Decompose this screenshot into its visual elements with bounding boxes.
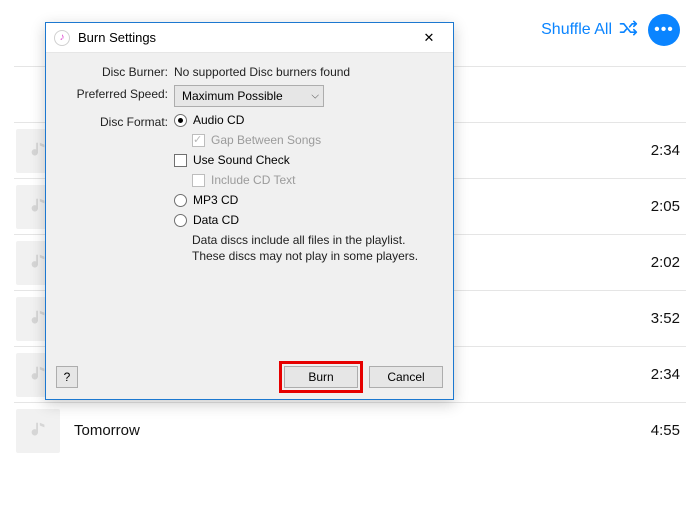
ellipsis-icon: ••• bbox=[654, 21, 674, 39]
track-duration: 2:34 bbox=[626, 366, 686, 383]
disc-burner-label: Disc Burner: bbox=[60, 63, 174, 79]
shuffle-all-button[interactable]: Shuffle All bbox=[541, 18, 638, 43]
checkbox-gap-songs: Gap Between Songs bbox=[192, 133, 439, 147]
track-duration: 2:02 bbox=[626, 254, 686, 271]
cd-text-label: Include CD Text bbox=[211, 173, 296, 187]
chevron-down-icon: ⌵ bbox=[311, 91, 319, 102]
track-row[interactable]: Tomorrow 4:55 bbox=[14, 402, 686, 458]
track-duration: 2:05 bbox=[626, 198, 686, 215]
checkbox-icon bbox=[174, 154, 187, 167]
checkbox-icon bbox=[192, 134, 205, 147]
track-duration: 4:55 bbox=[626, 422, 686, 439]
checkbox-cd-text: Include CD Text bbox=[192, 173, 439, 187]
radio-audio-cd[interactable]: Audio CD bbox=[174, 113, 439, 127]
sound-check-label: Use Sound Check bbox=[193, 153, 290, 167]
checkbox-sound-check[interactable]: Use Sound Check bbox=[174, 153, 439, 167]
preferred-speed-select[interactable]: Maximum Possible ⌵ bbox=[174, 85, 324, 107]
disc-burner-value: No supported Disc burners found bbox=[174, 63, 439, 79]
mp3-cd-label: MP3 CD bbox=[193, 193, 238, 207]
preferred-speed-value: Maximum Possible bbox=[182, 89, 283, 103]
shuffle-icon bbox=[618, 18, 638, 43]
close-button[interactable]: ✕ bbox=[411, 26, 447, 50]
burn-button[interactable]: Burn bbox=[284, 366, 358, 388]
more-menu-button[interactable]: ••• bbox=[648, 14, 680, 46]
radio-icon bbox=[174, 114, 187, 127]
radio-icon bbox=[174, 214, 187, 227]
preferred-speed-label: Preferred Speed: bbox=[60, 85, 174, 101]
dialog-title: Burn Settings bbox=[78, 30, 411, 45]
track-artwork bbox=[16, 409, 60, 453]
track-duration: 2:34 bbox=[626, 142, 686, 159]
radio-mp3-cd[interactable]: MP3 CD bbox=[174, 193, 439, 207]
radio-data-cd[interactable]: Data CD bbox=[174, 213, 439, 227]
dialog-titlebar: ♪ Burn Settings ✕ bbox=[46, 23, 453, 53]
audio-cd-label: Audio CD bbox=[193, 113, 244, 127]
burn-settings-dialog: ♪ Burn Settings ✕ Disc Burner: No suppor… bbox=[45, 22, 454, 400]
close-icon: ✕ bbox=[424, 30, 435, 46]
track-title: Tomorrow bbox=[74, 422, 626, 439]
radio-icon bbox=[174, 194, 187, 207]
burn-highlight: Burn bbox=[279, 361, 363, 393]
data-cd-info: Data discs include all files in the play… bbox=[192, 233, 432, 264]
disc-format-label: Disc Format: bbox=[60, 113, 174, 129]
gap-label: Gap Between Songs bbox=[211, 133, 321, 147]
track-duration: 3:52 bbox=[626, 310, 686, 327]
checkbox-icon bbox=[192, 174, 205, 187]
cancel-button[interactable]: Cancel bbox=[369, 366, 443, 388]
dialog-body: Disc Burner: No supported Disc burners f… bbox=[46, 53, 453, 280]
help-button[interactable]: ? bbox=[56, 366, 78, 388]
dialog-footer: ? Burn Cancel bbox=[46, 355, 453, 399]
dialog-app-icon: ♪ bbox=[54, 30, 70, 46]
data-cd-label: Data CD bbox=[193, 213, 239, 227]
shuffle-label: Shuffle All bbox=[541, 21, 612, 39]
